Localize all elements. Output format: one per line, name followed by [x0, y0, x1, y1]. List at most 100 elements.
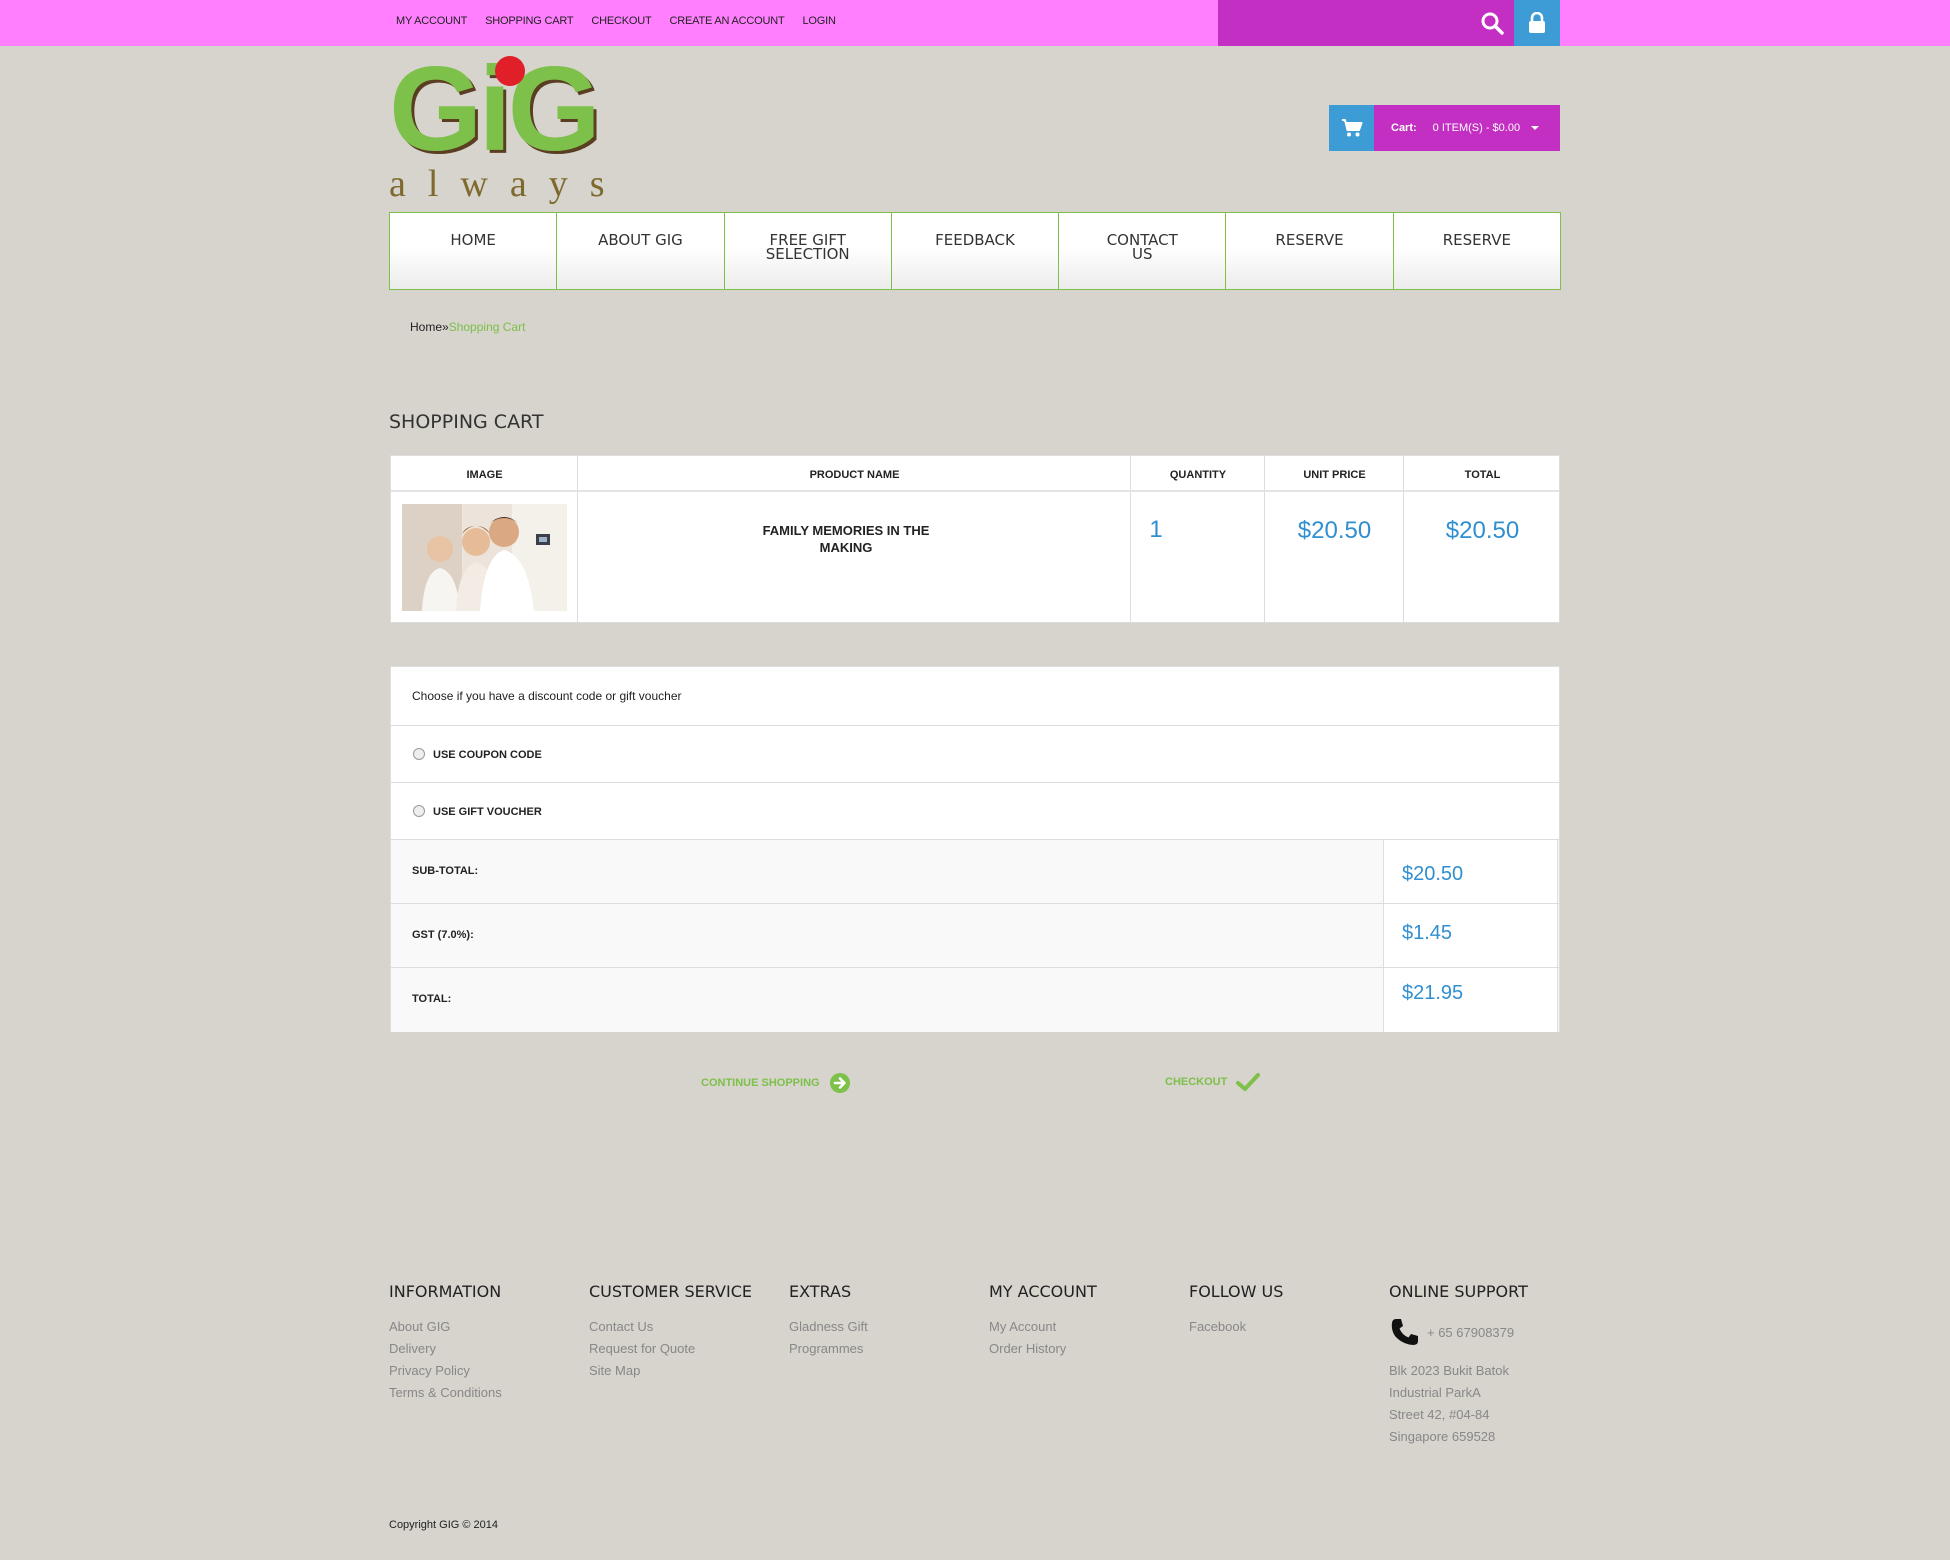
logo-dot [495, 56, 525, 86]
footer-information: INFORMATION About GIG Delivery Privacy P… [389, 1282, 502, 1404]
my-account-link[interactable]: MY ACCOUNT [396, 15, 467, 27]
footer-heading-follow-us: FOLLOW US [1189, 1282, 1284, 1301]
footer-link-contact-us[interactable]: Contact Us [589, 1316, 752, 1338]
search-icon [1481, 12, 1504, 35]
voucher-radio[interactable] [413, 805, 425, 817]
subtotal-cell: $20.50 [1383, 840, 1558, 903]
cart-summary[interactable]: Cart: 0 ITEM(S) - $0.00 [1329, 105, 1560, 151]
checkout-link[interactable]: CHECKOUT [591, 15, 651, 27]
total-cell: $21.95 [1383, 968, 1558, 1032]
nav-item-reserve-1[interactable]: RESERVE [1226, 213, 1394, 289]
logo-main-text: GiG [389, 42, 601, 176]
main-nav: HOME ABOUT GIG FREE GIFT SELECTION FEEDB… [389, 212, 1561, 290]
lock-button[interactable] [1514, 0, 1560, 46]
footer-link-delivery[interactable]: Delivery [389, 1338, 502, 1360]
cart-label: Cart: [1391, 122, 1417, 134]
footer-link-facebook[interactable]: Facebook [1189, 1316, 1283, 1338]
footer-link-gladness-gift[interactable]: Gladness Gift [789, 1316, 868, 1338]
product-name-link[interactable]: FAMILY MEMORIES IN THE MAKING [751, 522, 941, 556]
footer-customer-service: CUSTOMER SERVICE Contact Us Request for … [589, 1282, 752, 1382]
support-phone-row: + 65 67908379 [1389, 1316, 1529, 1348]
nav-item-free-gift-selection[interactable]: FREE GIFT SELECTION [725, 213, 892, 289]
nav-item-reserve-2[interactable]: RESERVE [1394, 213, 1560, 289]
logo-sub-text: always [389, 163, 627, 205]
discount-and-totals-panel: Choose if you have a discount code or gi… [390, 666, 1560, 1032]
search-button[interactable] [1470, 0, 1514, 46]
gst-cell: $1.45 [1383, 904, 1558, 967]
footer-heading-information: INFORMATION [389, 1282, 502, 1301]
coupon-option-row[interactable]: USE COUPON CODE [391, 726, 1559, 783]
checkout-label: CHECKOUT [1165, 1076, 1228, 1088]
footer-link-order-history[interactable]: Order History [989, 1338, 1097, 1360]
header-unit-price: UNIT PRICE [1303, 469, 1366, 481]
top-bar: MY ACCOUNT SHOPPING CART CHECKOUT CREATE… [0, 0, 1950, 46]
footer-online-support: ONLINE SUPPORT + 65 67908379 Blk 2023 Bu… [1389, 1282, 1529, 1448]
phone-icon [1391, 1319, 1418, 1345]
cart-icon-box [1329, 105, 1374, 151]
gst-row: GST (7.0%): $1.45 [391, 904, 1559, 968]
unit-price-value: $20.50 [1297, 517, 1372, 544]
product-image[interactable] [402, 504, 567, 611]
table-header: IMAGE PRODUCT NAME QUANTITY UNIT PRICE T… [391, 456, 1559, 492]
footer-extras: EXTRAS Gladness Gift Programmes [789, 1282, 868, 1360]
address-line: Blk 2023 Bukit Batok [1389, 1363, 1509, 1378]
support-address: Blk 2023 Bukit Batok Industrial ParkA St… [1389, 1360, 1529, 1448]
breadcrumb-home-link[interactable]: Home [410, 320, 442, 334]
checkout-button[interactable]: CHECKOUT [1165, 1072, 1261, 1092]
shopping-cart-icon [1341, 119, 1362, 137]
coupon-radio[interactable] [413, 748, 425, 760]
lock-icon [1529, 12, 1545, 33]
address-line: Street 42, #04-84 [1389, 1407, 1490, 1422]
voucher-option-label[interactable]: USE GIFT VOUCHER [433, 806, 542, 818]
gst-value: $1.45 [1402, 922, 1453, 944]
subtotal-row: SUB-TOTAL: $20.50 [391, 840, 1559, 904]
footer-follow-us: FOLLOW US Facebook [1189, 1282, 1283, 1338]
footer-link-programmes[interactable]: Programmes [789, 1338, 868, 1360]
footer-link-site-map[interactable]: Site Map [589, 1360, 752, 1382]
grand-total-value: $21.95 [1402, 982, 1464, 1004]
login-link[interactable]: LOGIN [803, 15, 836, 27]
nav-item-home[interactable]: HOME [390, 213, 558, 289]
continue-shopping-button[interactable]: CONTINUE SHOPPING [701, 1072, 851, 1094]
family-photo-image [402, 504, 567, 611]
footer-heading-extras: EXTRAS [789, 1282, 852, 1301]
nav-item-contact-us[interactable]: CONTACT US [1059, 213, 1227, 289]
header-product-name: PRODUCT NAME [809, 469, 900, 481]
create-account-link[interactable]: CREATE AN ACCOUNT [670, 15, 785, 27]
header-total: TOTAL [1464, 469, 1501, 481]
page-title: SHOPPING CART [389, 411, 544, 433]
footer-link-privacy-policy[interactable]: Privacy Policy [389, 1360, 502, 1382]
discount-prompt: Choose if you have a discount code or gi… [412, 689, 682, 703]
shopping-cart-link[interactable]: SHOPPING CART [485, 15, 573, 27]
nav-item-about-gig[interactable]: ABOUT GIG [557, 213, 725, 289]
footer-link-my-account[interactable]: My Account [989, 1316, 1097, 1338]
footer-my-account: MY ACCOUNT My Account Order History [989, 1282, 1097, 1360]
breadcrumb: Home»Shopping Cart [410, 320, 525, 334]
footer-heading-my-account: MY ACCOUNT [989, 1282, 1097, 1301]
site-logo[interactable]: GiG always [389, 42, 645, 205]
support-phone-number: + 65 67908379 [1427, 1324, 1515, 1340]
top-links: MY ACCOUNT SHOPPING CART CHECKOUT CREATE… [396, 15, 854, 27]
cart-table: IMAGE PRODUCT NAME QUANTITY UNIT PRICE T… [390, 455, 1560, 623]
quantity-value[interactable]: 1 [1126, 516, 1186, 544]
copyright-text: Copyright GIG © 2014 [389, 1519, 498, 1531]
total-label: TOTAL: [412, 993, 452, 1005]
checkmark-icon [1236, 1073, 1261, 1091]
footer-link-terms[interactable]: Terms & Conditions [389, 1382, 502, 1404]
footer-link-about-gig[interactable]: About GIG [389, 1316, 502, 1338]
voucher-option-row[interactable]: USE GIFT VOUCHER [391, 783, 1559, 840]
header-image: IMAGE [466, 469, 503, 481]
subtotal-value: $20.50 [1402, 863, 1464, 885]
subtotal-label: SUB-TOTAL: [412, 865, 479, 877]
address-line: Singapore 659528 [1389, 1429, 1496, 1444]
breadcrumb-current-link[interactable]: Shopping Cart [449, 320, 526, 334]
discount-prompt-row: Choose if you have a discount code or gi… [391, 667, 1559, 726]
footer-link-request-quote[interactable]: Request for Quote [589, 1338, 752, 1360]
breadcrumb-separator: » [442, 320, 449, 334]
gst-label: GST (7.0%): [412, 929, 474, 941]
nav-item-feedback[interactable]: FEEDBACK [892, 213, 1060, 289]
coupon-option-label[interactable]: USE COUPON CODE [433, 749, 542, 761]
address-line: Industrial ParkA [1389, 1385, 1481, 1400]
cart-value: 0 ITEM(S) - $0.00 [1432, 122, 1521, 134]
header-quantity: QUANTITY [1169, 469, 1227, 481]
